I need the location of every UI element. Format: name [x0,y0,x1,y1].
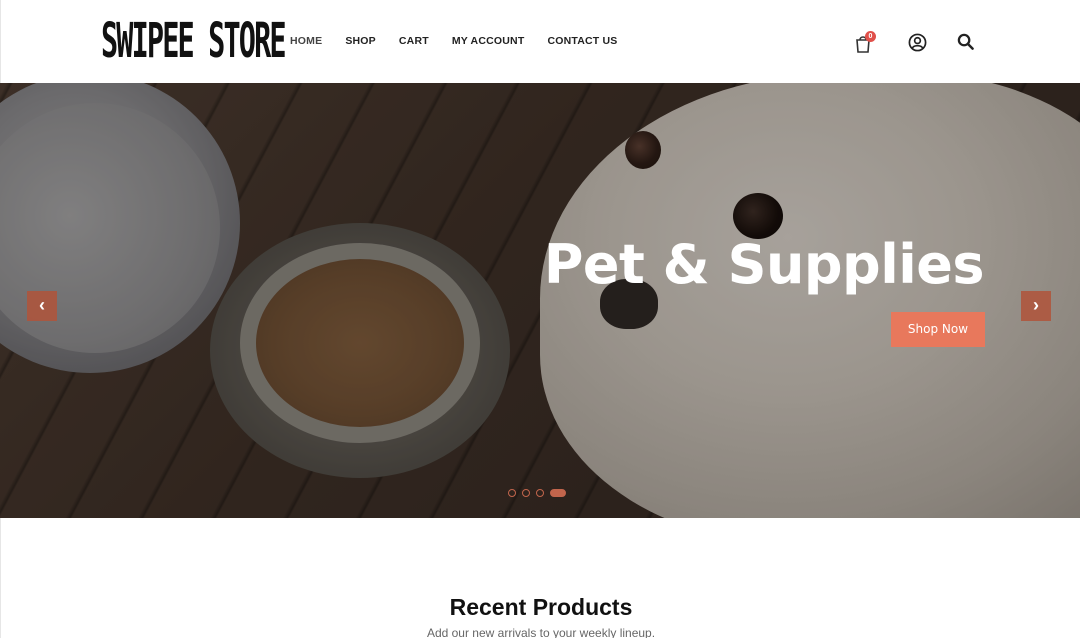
cart-count-badge: 0 [865,31,876,42]
nav-my-account[interactable]: MY ACCOUNT [452,35,525,47]
slider-pagination [508,489,566,497]
site-header: SWIPEE STORE HOME SHOP CART MY ACCOUNT C… [0,0,1080,83]
recent-products-section: Recent Products Add our new arrivals to … [0,518,1080,638]
slider-dot-active[interactable] [550,489,566,497]
slider-dot[interactable] [522,489,530,497]
nav-home[interactable]: HOME [290,35,322,47]
hero-overlay [0,83,1080,518]
hero-title: Pet & Supplies [543,233,985,296]
search-icon[interactable] [957,33,974,50]
section-title: Recent Products [449,594,633,620]
slider-prev-button[interactable]: ‹ [27,291,57,321]
main-nav: HOME SHOP CART MY ACCOUNT CONTACT US [290,35,641,47]
slider-next-button[interactable]: › [1021,291,1051,321]
shop-now-button[interactable]: Shop Now [891,312,985,347]
section-subtitle: Add our new arrivals to your weekly line… [426,626,656,638]
nav-shop[interactable]: SHOP [345,35,376,47]
site-logo[interactable]: SWIPEE STORE [101,16,287,64]
user-icon[interactable] [908,33,927,52]
slider-dot[interactable] [536,489,544,497]
hero-slider: Pet & Supplies Shop Now ‹ › [0,83,1080,518]
nav-contact-us[interactable]: CONTACT US [547,35,617,47]
nav-cart[interactable]: CART [399,35,429,47]
slider-dot[interactable] [508,489,516,497]
